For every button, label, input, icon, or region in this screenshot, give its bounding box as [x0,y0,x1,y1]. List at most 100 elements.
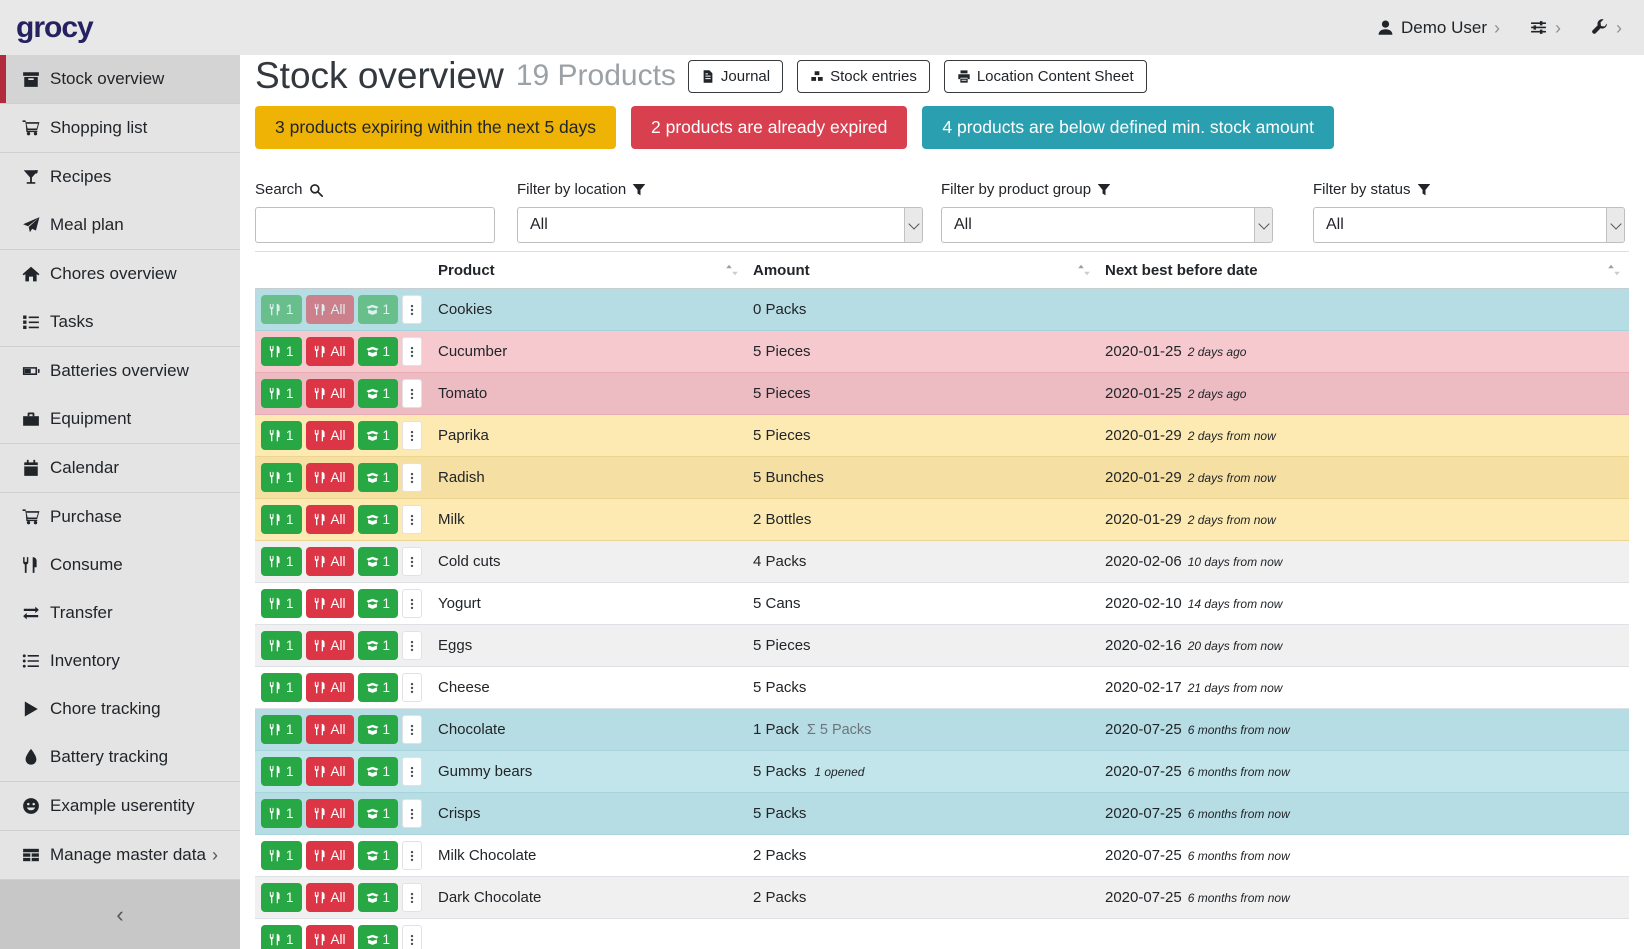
row-menu-button[interactable] [402,925,422,949]
user-menu[interactable]: Demo User › [1377,18,1500,38]
product-group-select[interactable]: All [941,207,1273,243]
row-menu-button[interactable] [402,631,422,660]
row-menu-button[interactable] [402,673,422,702]
sidebar-item-shopping-list[interactable]: Shopping list [0,104,240,152]
sidebar-item-meal-plan[interactable]: Meal plan [0,201,240,249]
consume-one-button[interactable]: 1 [261,757,302,786]
admin-menu[interactable]: › [1591,19,1622,37]
consume-one-button[interactable]: 1 [261,505,302,534]
consume-one-button[interactable]: 1 [261,547,302,576]
open-one-button[interactable]: 1 [358,715,399,744]
row-menu-button[interactable] [402,841,422,870]
consume-one-button[interactable]: 1 [261,925,302,949]
consume-all-button[interactable]: All [306,505,354,534]
consume-all-button[interactable]: All [306,463,354,492]
open-one-button[interactable]: 1 [358,883,399,912]
consume-one-button[interactable]: 1 [261,337,302,366]
sidebar-item-batteries-overview[interactable]: Batteries overview [0,347,240,395]
sidebar-item-stock-overview[interactable]: Stock overview [0,55,240,103]
consume-one-button[interactable]: 1 [261,379,302,408]
product-column-header[interactable]: Product [438,262,753,279]
open-one-button[interactable]: 1 [358,505,399,534]
consume-one-button[interactable]: 1 [261,589,302,618]
sidebar-item-consume[interactable]: Consume [0,541,240,589]
sidebar-item-purchase[interactable]: Purchase [0,493,240,541]
consume-all-button[interactable]: All [306,673,354,702]
consume-all-button[interactable]: All [306,421,354,450]
consume-one-button[interactable]: 1 [261,463,302,492]
row-menu-button[interactable] [402,757,422,786]
consume-one-button[interactable]: 1 [261,799,302,828]
open-one-button[interactable]: 1 [358,925,399,949]
row-menu-button[interactable] [402,463,422,492]
row-menu-button[interactable] [402,337,422,366]
open-one-button[interactable]: 1 [358,337,399,366]
open-one-button[interactable]: 1 [358,547,399,576]
consume-all-button[interactable]: All [306,295,354,324]
consume-one-button[interactable]: 1 [261,883,302,912]
consume-all-button[interactable]: All [306,925,354,949]
consume-one-button[interactable]: 1 [261,841,302,870]
search-input[interactable] [255,207,495,243]
open-one-button[interactable]: 1 [358,379,399,408]
consume-all-button[interactable]: All [306,715,354,744]
open-one-button[interactable]: 1 [358,673,399,702]
app-logo[interactable]: grocy [16,11,93,45]
row-menu-button[interactable] [402,715,422,744]
consume-one-button[interactable]: 1 [261,421,302,450]
open-one-button[interactable]: 1 [358,295,399,324]
sidebar-item-inventory[interactable]: Inventory [0,637,240,685]
sidebar-item-chore-tracking[interactable]: Chore tracking [0,685,240,733]
open-one-button[interactable]: 1 [358,421,399,450]
row-menu-button[interactable] [402,295,422,324]
date-column-header[interactable]: Next best before date [1105,262,1629,279]
sidebar-item-example-userentity[interactable]: Example userentity [0,782,240,830]
open-one-button[interactable]: 1 [358,589,399,618]
row-menu-button[interactable] [402,505,422,534]
consume-one-button[interactable]: 1 [261,715,302,744]
sidebar-item-chores-overview[interactable]: Chores overview [0,250,240,298]
sidebar-item-recipes[interactable]: Recipes [0,153,240,201]
row-menu-button[interactable] [402,589,422,618]
open-one-button[interactable]: 1 [358,757,399,786]
sidebar-item-transfer[interactable]: Transfer [0,589,240,637]
open-one-button[interactable]: 1 [358,841,399,870]
consume-all-button[interactable]: All [306,757,354,786]
settings-menu[interactable]: › [1530,19,1561,37]
amount-column-header[interactable]: Amount [753,262,1105,279]
sidebar-item-manage-master-data[interactable]: Manage master data › [0,831,240,879]
consume-all-button[interactable]: All [306,799,354,828]
consume-one-button[interactable]: 1 [261,631,302,660]
sidebar-item-calendar[interactable]: Calendar [0,444,240,492]
open-one-button[interactable]: 1 [358,463,399,492]
consume-all-button[interactable]: All [306,589,354,618]
location-select[interactable]: All [517,207,923,243]
open-one-button[interactable]: 1 [358,799,399,828]
row-menu-button[interactable] [402,379,422,408]
below-min-stock-banner[interactable]: 4 products are below defined min. stock … [922,106,1334,149]
consume-all-button[interactable]: All [306,883,354,912]
sidebar-item-battery-tracking[interactable]: Battery tracking [0,733,240,781]
sidebar-item-tasks[interactable]: Tasks [0,298,240,346]
location-content-sheet-button[interactable]: Location Content Sheet [944,60,1147,93]
open-one-button[interactable]: 1 [358,631,399,660]
sort-icon[interactable] [1077,263,1091,277]
consume-all-button[interactable]: All [306,631,354,660]
row-menu-button[interactable] [402,547,422,576]
expired-banner[interactable]: 2 products are already expired [631,106,907,149]
sort-icon[interactable] [725,263,739,277]
consume-one-button[interactable]: 1 [261,673,302,702]
status-select[interactable]: All [1313,207,1625,243]
row-menu-button[interactable] [402,421,422,450]
journal-button[interactable]: Journal [688,60,783,93]
row-menu-button[interactable] [402,883,422,912]
expiring-soon-banner[interactable]: 3 products expiring within the next 5 da… [255,106,616,149]
consume-one-button[interactable]: 1 [261,295,302,324]
sidebar-collapse-button[interactable]: ‹ [0,880,240,949]
stock-entries-button[interactable]: Stock entries [797,60,930,93]
sidebar-item-equipment[interactable]: Equipment [0,395,240,443]
consume-all-button[interactable]: All [306,841,354,870]
consume-all-button[interactable]: All [306,337,354,366]
consume-all-button[interactable]: All [306,379,354,408]
row-menu-button[interactable] [402,799,422,828]
